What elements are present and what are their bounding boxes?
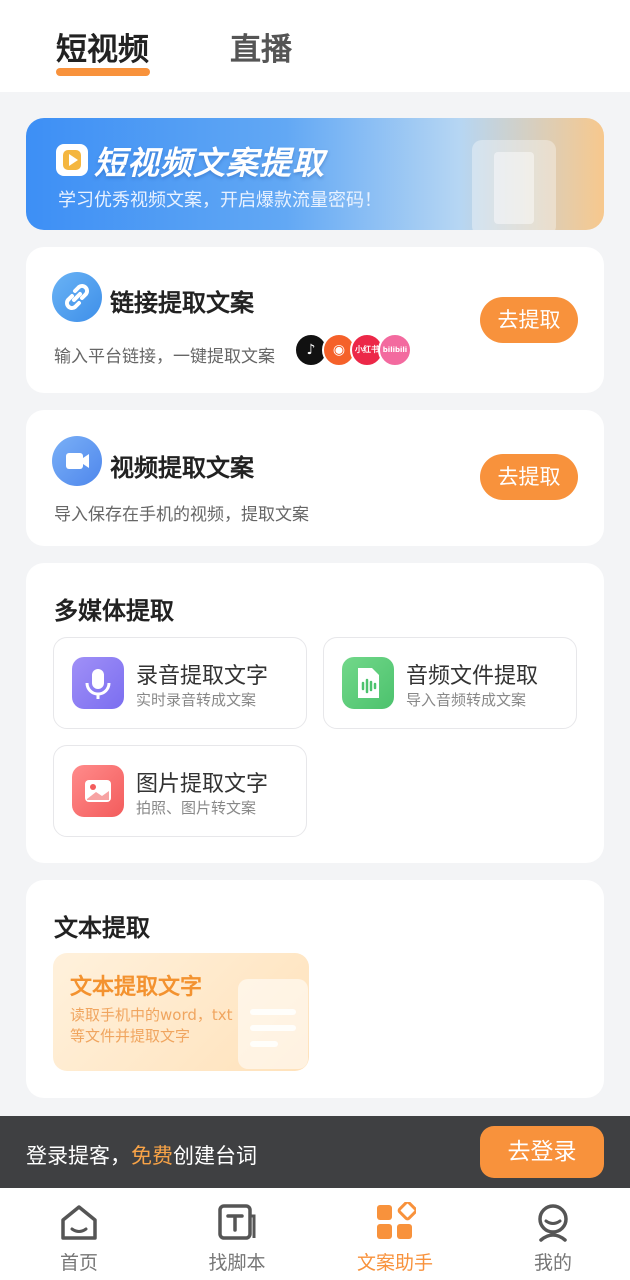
nav-item-copy-assistant[interactable]: 文案助手 [316,1188,474,1280]
active-tab-indicator [56,68,150,76]
link-extract-button[interactable]: 去提取 [480,297,578,343]
text-tile-title: 文本提取文字 [70,975,203,1000]
play-icon [56,144,88,176]
image-icon [72,765,124,817]
tab-short-video[interactable]: 短视频 [56,24,149,69]
login-button[interactable]: 去登录 [480,1126,604,1178]
nav-item-scripts[interactable]: 找脚本 [158,1188,316,1280]
multimedia-section: 多媒体提取 录音提取文字 实时录音转成文案 音频文件提取 导入音频转成文案 图片… [26,563,604,863]
nav-label-scripts: 找脚本 [208,1252,266,1274]
platform-logos: ♪ ◉ 小红书 bilibili [294,333,414,367]
text-section-title: 文本提取 [54,914,150,942]
login-prompt-bar: 登录提客，免费创建台词 去登录 [0,1116,630,1188]
video-extract-button[interactable]: 去提取 [480,454,578,500]
text-extract-section: 文本提取 文本提取文字 读取手机中的word，txt等文件并提取文字 [26,880,604,1098]
login-text-after: 创建台词 [173,1144,257,1168]
bilibili-logo-icon: bilibili [378,333,412,367]
image-tile-title: 图片提取文字 [136,772,269,797]
nav-item-profile[interactable]: 我的 [474,1188,630,1280]
promo-banner[interactable]: 短视频文案提取 学习优秀视频文案，开启爆款流量密码！ [26,118,604,230]
apps-icon [374,1200,418,1242]
audio-file-icon [342,657,394,709]
image-extract-tile[interactable]: 图片提取文字 拍照、图片转文案 [53,745,307,837]
nav-item-home[interactable]: 首页 [0,1188,158,1280]
banner-title: 短视频文案提取 [94,144,326,182]
text-extract-tile[interactable]: 文本提取文字 读取手机中的word，txt等文件并提取文字 [53,953,309,1071]
image-tile-subtitle: 拍照、图片转文案 [136,799,257,817]
video-card-title: 视频提取文案 [110,454,254,482]
audio-tile-subtitle: 导入音频转成文案 [406,691,527,709]
nav-label-profile: 我的 [533,1252,572,1274]
link-card-description: 输入平台链接，一键提取文案 [54,347,275,367]
video-extract-card: 视频提取文案 导入保存在手机的视频，提取文案 去提取 [26,410,604,546]
record-extract-tile[interactable]: 录音提取文字 实时录音转成文案 [53,637,307,729]
audio-file-extract-tile[interactable]: 音频文件提取 导入音频转成文案 [323,637,577,729]
audio-tile-title: 音频文件提取 [406,664,539,689]
text-tile-description: 读取手机中的word，txt等文件并提取文字 [70,1006,233,1045]
script-icon [216,1202,258,1242]
microphone-icon [72,657,124,709]
link-card-title: 链接提取文案 [110,289,254,317]
top-tab-bar: 短视频 直播 [0,0,630,92]
banner-subtitle: 学习优秀视频文案，开启爆款流量密码！ [58,190,382,211]
record-tile-title: 录音提取文字 [136,664,269,689]
video-camera-icon [52,436,102,486]
tab-live[interactable]: 直播 [230,24,292,69]
nav-label-home: 首页 [59,1252,98,1274]
record-tile-subtitle: 实时录音转成文案 [136,691,257,709]
link-icon [52,272,102,322]
nav-label-copy-assistant: 文案助手 [356,1252,433,1274]
link-extract-card: 链接提取文案 输入平台链接，一键提取文案 ♪ ◉ 小红书 bilibili 去提… [26,247,604,393]
video-card-description: 导入保存在手机的视频，提取文案 [54,505,309,525]
login-text-highlight: 免费 [131,1144,173,1168]
login-text-before: 登录提客， [26,1144,131,1168]
multimedia-section-title: 多媒体提取 [54,597,174,625]
profile-icon [532,1202,574,1242]
document-icon [238,979,308,1069]
bili-logo-text: bilibili [382,346,408,354]
film-strip-icon [472,140,556,230]
bottom-navigation: 首页 找脚本 文案助手 我的 [0,1188,630,1280]
home-icon [58,1202,100,1242]
login-prompt-text: 登录提客，免费创建台词 [26,1140,257,1170]
